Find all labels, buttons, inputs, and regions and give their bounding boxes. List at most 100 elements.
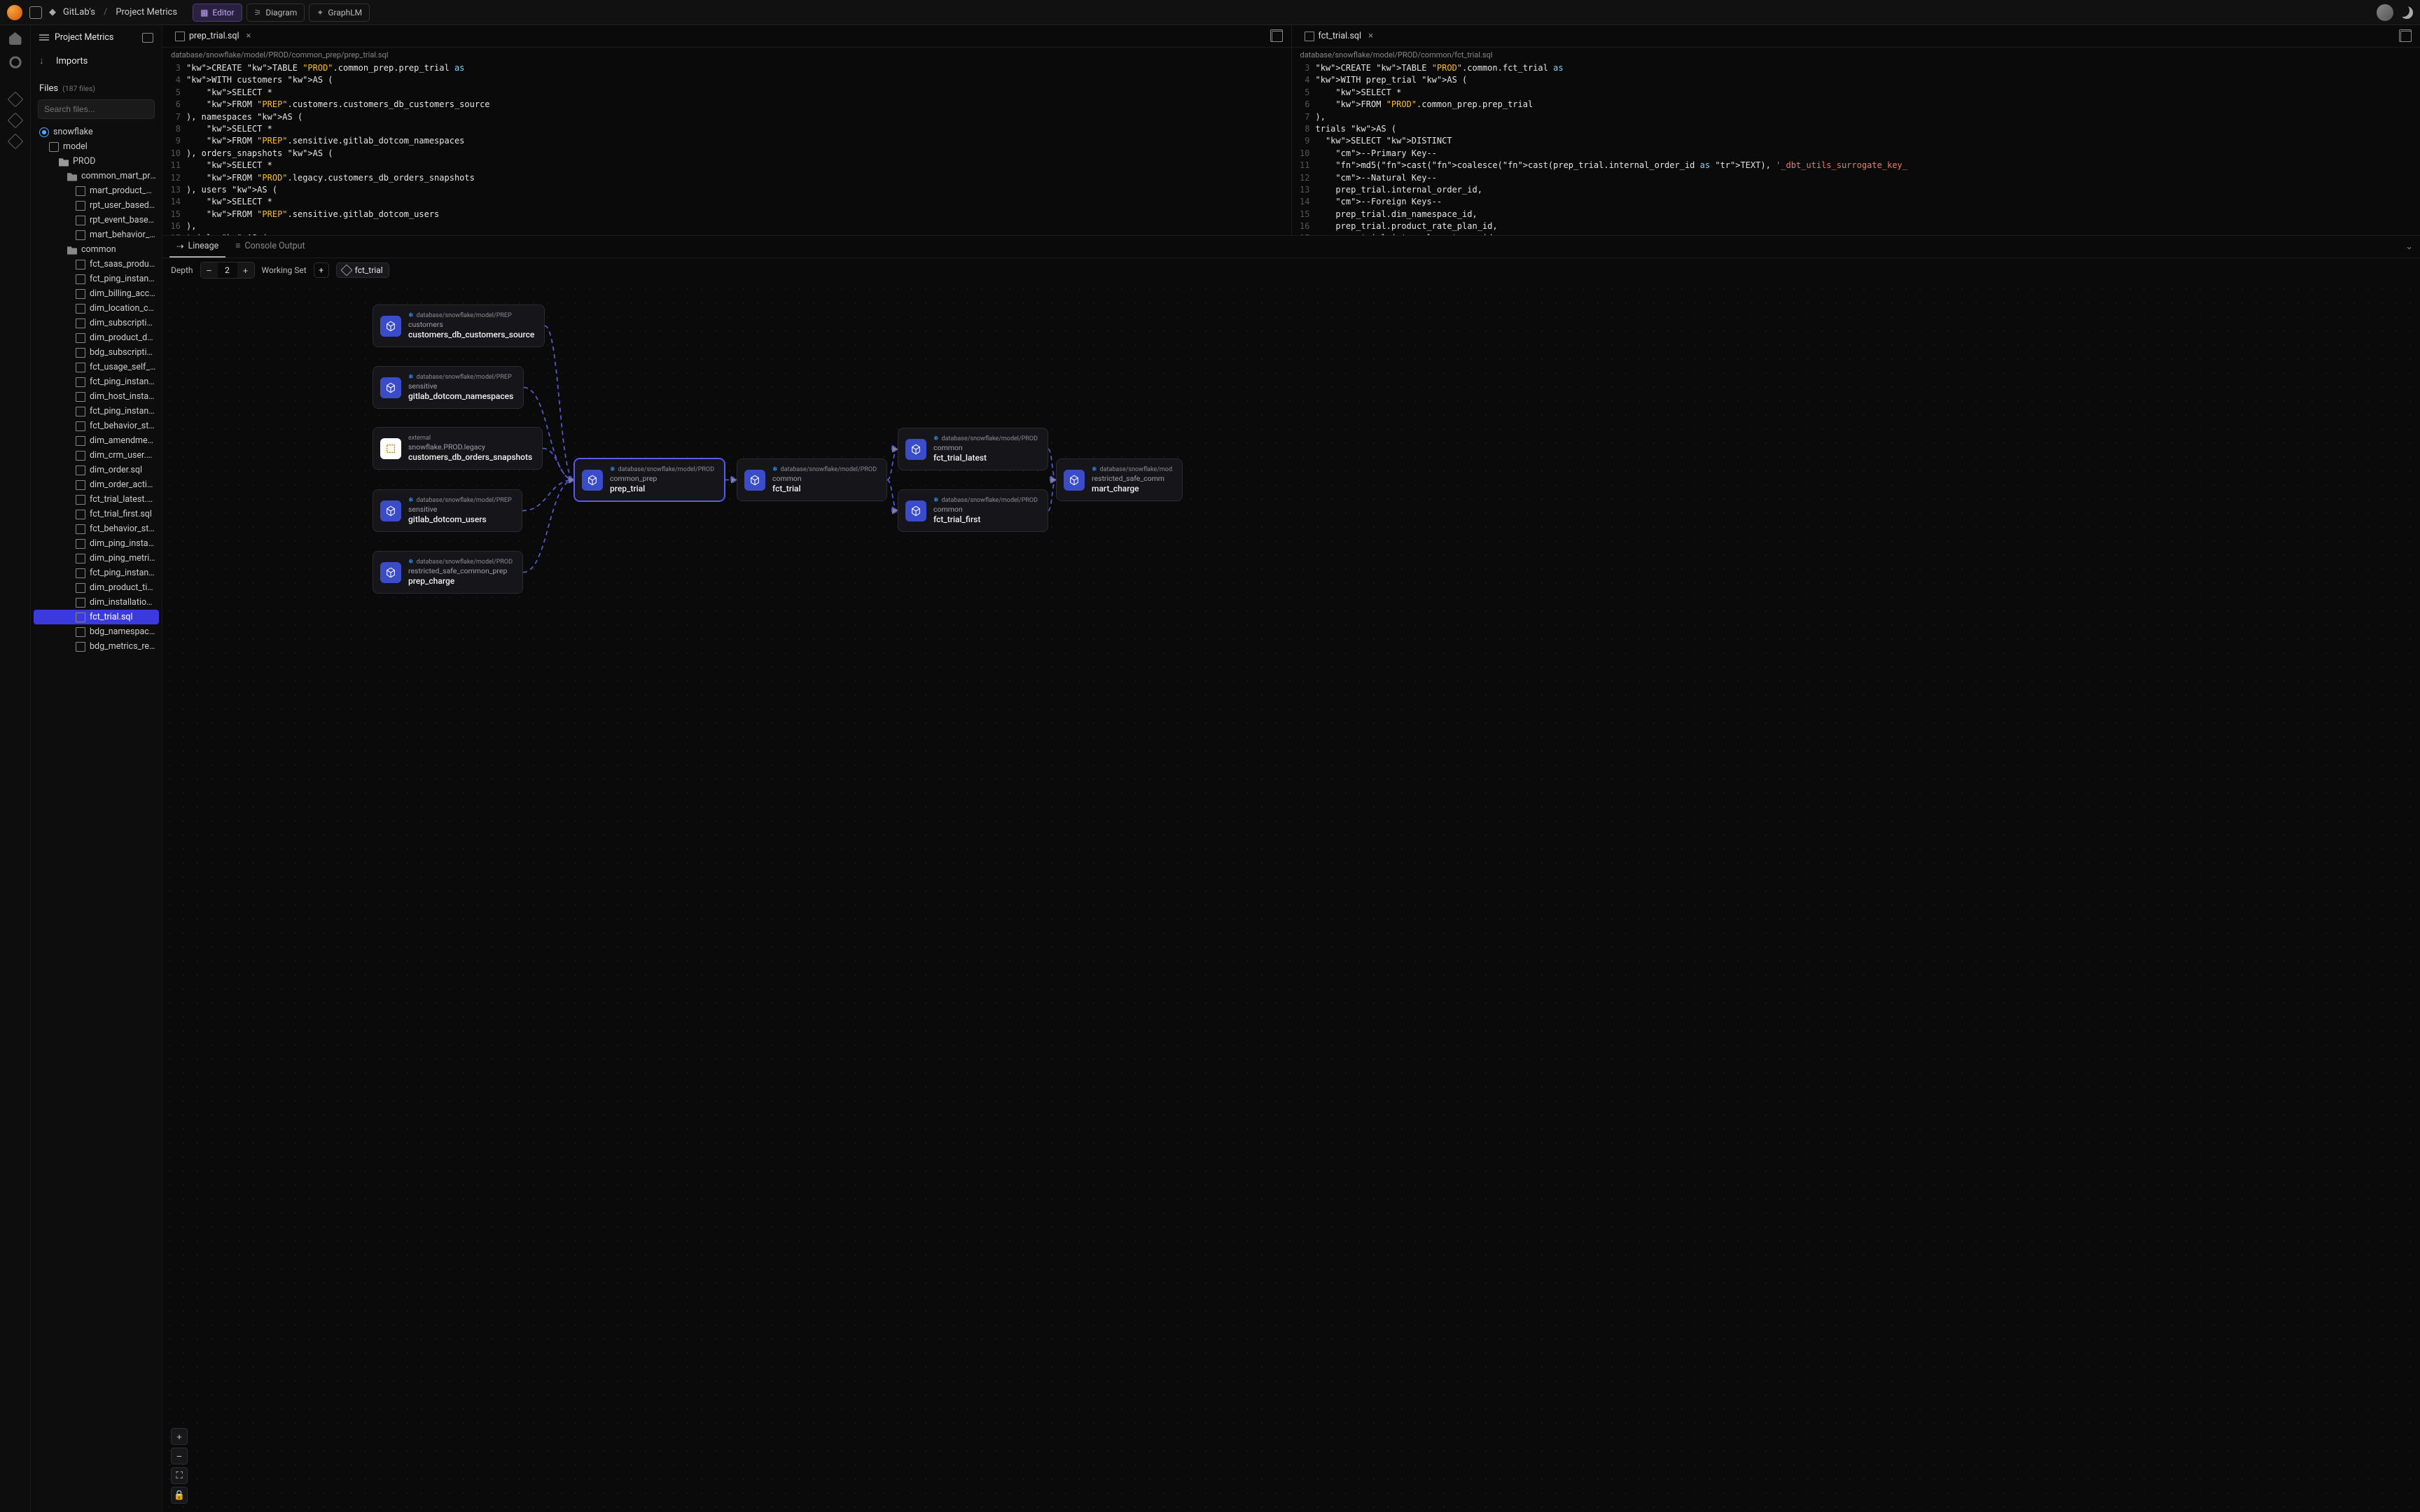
cube-icon [340,265,352,276]
close-icon[interactable]: × [1368,31,1373,41]
home-icon[interactable] [9,32,22,45]
tree-item[interactable]: fct_behavior_struc... [31,522,162,536]
db-icon-2[interactable] [7,113,23,129]
lineage-node[interactable]: database/snowflake/model/PROD restricted… [373,551,523,594]
node-schema: snowflake.PROD.legacy [408,442,532,451]
tree-item[interactable]: dim_host_instance... [31,389,162,404]
tree-item[interactable]: dim_subscription.sql [31,316,162,330]
tree-item[interactable]: dim_order.sql [31,463,162,477]
tree-label: fct_ping_instance_... [90,274,156,284]
tree-item[interactable]: rpt_user_based_m... [31,198,162,213]
tree-label: fct_trial.sql [90,612,133,622]
file-icon [76,642,85,652]
tree-item[interactable]: dim_product_tier.sql [31,580,162,595]
lineage-node[interactable]: database/snowflake/model/PROD common fct… [898,428,1048,470]
tree-label: dim_host_instance... [90,391,156,402]
zoom-in[interactable]: + [171,1428,188,1445]
file-icon [76,186,85,196]
zoom-lock[interactable]: 🔒 [171,1487,188,1504]
tree-label: rpt_event_based_... [90,215,156,225]
editor-tab[interactable]: prep_trial.sql× [168,27,258,46]
tree-item[interactable]: bdg_subscription_... [31,345,162,360]
lineage-node[interactable]: database/snowflake/model/PROD common_pre… [574,458,725,501]
tree-label: dim_product_detai... [90,332,156,343]
tree-item[interactable]: fct_ping_instance_... [31,566,162,580]
zoom-out[interactable]: − [171,1448,188,1464]
workspace-name[interactable]: GitLab's [63,7,95,18]
working-set-pill[interactable]: fct_trial [336,262,389,278]
brand-logo[interactable] [7,5,22,20]
node-schema: common [933,505,1038,514]
lineage-node[interactable]: database/snowflake/mod restricted_safe_c… [1056,458,1183,501]
tree-item[interactable]: fct_saas_product_... [31,257,162,272]
lineage-node[interactable]: database/snowflake/model/PREP customers … [373,304,545,347]
user-avatar[interactable] [2377,4,2393,21]
panel-toggle-icon[interactable] [29,6,42,19]
file-icon [76,304,85,314]
tree-item[interactable]: dim_crm_user.sql [31,448,162,463]
file-icon [76,333,85,343]
db-icon[interactable] [7,92,23,108]
tree-item[interactable]: dim_product_detai... [31,330,162,345]
mode-graphlm[interactable]: ✦GraphLM [309,4,370,22]
tree-item[interactable]: dim_installation.sql [31,595,162,610]
panel-icon[interactable] [142,33,153,43]
collapse-panel-icon[interactable]: ⌄ [2405,241,2413,252]
depth-plus[interactable]: + [237,262,254,278]
settings-icon[interactable] [8,55,23,70]
search-input[interactable] [38,99,155,119]
imports-section[interactable]: Imports [31,50,162,72]
tree-item[interactable]: dim_billing_accou... [31,286,162,301]
lineage-node[interactable]: database/snowflake/model/PREP sensitive … [373,489,522,532]
tree-item[interactable]: fct_ping_instance_... [31,374,162,389]
mode-diagram[interactable]: ⚞Diagram [246,4,305,22]
node-name: fct_trial_first [933,514,1038,524]
tree-item[interactable]: dim_location_coun... [31,301,162,316]
tree-item[interactable]: dim_ping_metric.sql [31,551,162,566]
tree-item[interactable]: fct_ping_instance_... [31,404,162,419]
tree-item[interactable]: rpt_event_based_... [31,213,162,227]
tree-item[interactable]: mart_behavior_str... [31,227,162,242]
theme-toggle-icon[interactable] [2400,6,2413,19]
lineage-node[interactable]: database/snowflake/model/PROD common fct… [737,458,887,501]
copy-icon[interactable] [2400,31,2412,42]
tree-label: model [63,141,88,152]
tree-item[interactable]: fct_behavior_struc... [31,419,162,433]
tree-item[interactable]: model [31,139,162,154]
db-icon-3[interactable] [7,134,23,150]
tree-label: dim_product_tier.sql [90,582,156,593]
tree-item[interactable]: fct_trial_first.sql [31,507,162,522]
tree-label: fct_usage_self_ma... [90,362,156,372]
lineage-node[interactable]: database/snowflake/model/PROD common fct… [898,489,1048,532]
tab-console[interactable]: ≡ Console Output [228,237,312,257]
tree-item[interactable]: bdg_metrics_redis... [31,639,162,654]
add-working-set[interactable]: + [314,262,329,278]
node-db: database/snowflake/mod [1092,466,1172,473]
tree-item[interactable]: mart_product_usa... [31,183,162,198]
tree-item[interactable]: fct_usage_self_ma... [31,360,162,374]
tree-item[interactable]: dim_order_action.sql [31,477,162,492]
lineage-node[interactable]: external snowflake.PROD.legacy customers… [373,427,543,470]
tree-item[interactable]: dim_ping_instance... [31,536,162,551]
editor-tab[interactable]: fct_trial.sql× [1298,27,1381,46]
tree-item[interactable]: dim_amendment.sql [31,433,162,448]
zoom-fit[interactable]: ⛶ [171,1467,188,1484]
tree-item[interactable]: common_mart_prod... [31,169,162,183]
close-icon[interactable]: × [246,31,251,41]
tab-lineage[interactable]: ⇢ Lineage [169,237,225,258]
copy-icon[interactable] [1272,31,1283,42]
tree-label: dim_order_action.sql [90,479,156,490]
depth-stepper[interactable]: − 2 + [200,262,255,279]
tree-item[interactable]: fct_ping_instance_... [31,272,162,286]
project-name[interactable]: Project Metrics [116,7,177,18]
tree-item[interactable]: PROD [31,154,162,169]
tree-item[interactable]: bdg_namespace_o... [31,624,162,639]
mode-editor[interactable]: ▦Editor [193,4,242,22]
tree-item[interactable]: fct_trial_latest.sql [31,492,162,507]
tree-item[interactable]: common [31,242,162,257]
depth-minus[interactable]: − [201,262,218,278]
tree-item[interactable]: snowflake [31,125,162,139]
tree-item[interactable]: fct_trial.sql [34,610,159,624]
file-icon [76,201,85,211]
lineage-node[interactable]: database/snowflake/model/PREP sensitive … [373,366,524,409]
